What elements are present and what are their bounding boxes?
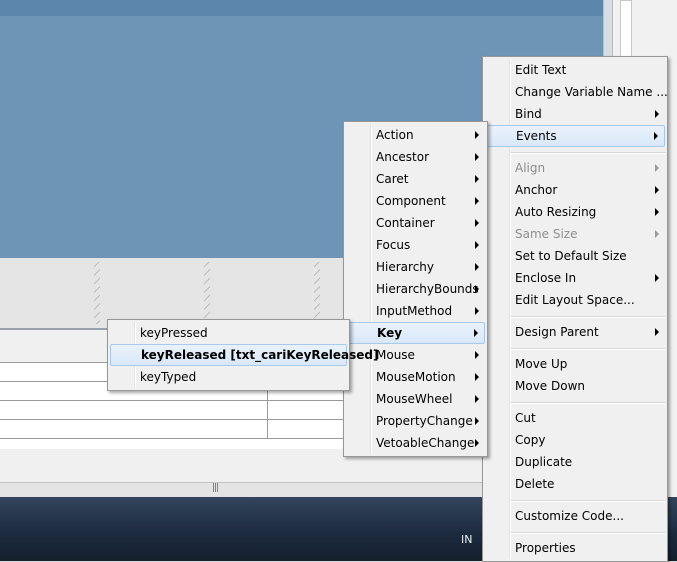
menu-item-duplicate[interactable]: Duplicate	[485, 452, 665, 472]
submenu-arrow-icon	[474, 329, 478, 337]
menu-item-same-size[interactable]: Same Size	[485, 224, 665, 244]
resize-handle[interactable]	[204, 262, 210, 324]
submenu-arrow-icon	[475, 439, 479, 447]
menu-item-enclose-in[interactable]: Enclose In	[485, 268, 665, 288]
event-item-action[interactable]: Action	[346, 125, 485, 145]
submenu-arrow-icon	[655, 230, 659, 238]
context-menu: Edit Text Change Variable Name ... Bind …	[482, 56, 668, 562]
menu-separator	[511, 316, 665, 318]
submenu-arrow-icon	[475, 395, 479, 403]
menu-item-anchor[interactable]: Anchor	[485, 180, 665, 200]
menu-item-customize-code[interactable]: Customize Code...	[485, 506, 665, 526]
menu-item-delete[interactable]: Delete	[485, 474, 665, 494]
menu-item-copy[interactable]: Copy	[485, 430, 665, 450]
event-item-mouse-motion[interactable]: MouseMotion	[346, 367, 485, 387]
key-item-key-pressed[interactable]: keyPressed	[110, 323, 347, 343]
event-item-caret[interactable]: Caret	[346, 169, 485, 189]
submenu-arrow-icon	[475, 263, 479, 271]
submenu-arrow-icon	[655, 164, 659, 172]
submenu-arrow-icon	[475, 175, 479, 183]
submenu-arrow-icon	[475, 131, 479, 139]
submenu-arrow-icon	[655, 208, 659, 216]
event-item-hierarchy-bounds[interactable]: HierarchyBounds	[346, 279, 485, 299]
scrollbar-grip[interactable]: |||	[205, 483, 225, 493]
event-item-hierarchy[interactable]: Hierarchy	[346, 257, 485, 277]
design-canvas-header	[0, 0, 612, 16]
submenu-arrow-icon	[655, 328, 659, 336]
key-item-key-typed[interactable]: keyTyped	[110, 367, 347, 387]
submenu-arrow-icon	[475, 351, 479, 359]
table-row[interactable]	[0, 420, 376, 439]
menu-item-cut[interactable]: Cut	[485, 408, 665, 428]
menu-item-design-parent[interactable]: Design Parent	[485, 322, 665, 342]
submenu-arrow-icon	[654, 132, 658, 140]
submenu-arrow-icon	[475, 373, 479, 381]
taskbar-language-indicator[interactable]: IN	[461, 533, 472, 546]
menu-item-edit-text[interactable]: Edit Text	[485, 60, 665, 80]
submenu-arrow-icon	[655, 274, 659, 282]
event-item-key[interactable]: Key	[346, 322, 485, 344]
menu-item-events[interactable]: Events	[485, 125, 665, 147]
submenu-arrow-icon	[475, 219, 479, 227]
event-item-property-change[interactable]: PropertyChange	[346, 411, 485, 431]
menu-item-bind[interactable]: Bind	[485, 104, 665, 124]
key-submenu: keyPressed keyReleased [txt_cariKeyRelea…	[107, 319, 378, 391]
event-item-component[interactable]: Component	[346, 191, 485, 211]
menu-item-set-default-size[interactable]: Set to Default Size	[485, 246, 665, 266]
event-item-input-method[interactable]: InputMethod	[346, 301, 485, 321]
submenu-arrow-icon	[475, 417, 479, 425]
right-panel-scrollbar[interactable]	[620, 0, 632, 62]
event-item-ancestor[interactable]: Ancestor	[346, 147, 485, 167]
submenu-arrow-icon	[475, 285, 479, 293]
resize-handle[interactable]	[94, 262, 100, 324]
table-row[interactable]	[0, 401, 376, 420]
submenu-arrow-icon	[475, 307, 479, 315]
submenu-arrow-icon	[475, 197, 479, 205]
submenu-arrow-icon	[655, 110, 659, 118]
event-item-container[interactable]: Container	[346, 213, 485, 233]
event-item-focus[interactable]: Focus	[346, 235, 485, 255]
menu-item-edit-layout-space[interactable]: Edit Layout Space...	[485, 290, 665, 310]
menu-item-move-down[interactable]: Move Down	[485, 376, 665, 396]
menu-separator	[511, 152, 665, 154]
event-item-vetoable-change[interactable]: VetoableChange	[346, 433, 485, 453]
menu-separator	[511, 348, 665, 350]
horizontal-scrollbar[interactable]	[0, 482, 482, 497]
menu-item-align[interactable]: Align	[485, 158, 665, 178]
menu-item-move-up[interactable]: Move Up	[485, 354, 665, 374]
menu-item-change-variable-name[interactable]: Change Variable Name ...	[485, 82, 668, 102]
menu-item-auto-resizing[interactable]: Auto Resizing	[485, 202, 665, 222]
menu-separator	[511, 532, 665, 534]
events-submenu: Action Ancestor Caret Component Containe…	[343, 121, 488, 457]
submenu-arrow-icon	[475, 241, 479, 249]
submenu-arrow-icon	[655, 186, 659, 194]
submenu-arrow-icon	[475, 153, 479, 161]
resize-handle[interactable]	[314, 262, 320, 324]
menu-separator	[511, 402, 665, 404]
event-item-mouse-wheel[interactable]: MouseWheel	[346, 389, 485, 409]
key-item-key-released[interactable]: keyReleased [txt_cariKeyReleased]	[110, 344, 378, 366]
menu-item-properties[interactable]: Properties	[485, 538, 665, 558]
menu-separator	[511, 500, 665, 502]
